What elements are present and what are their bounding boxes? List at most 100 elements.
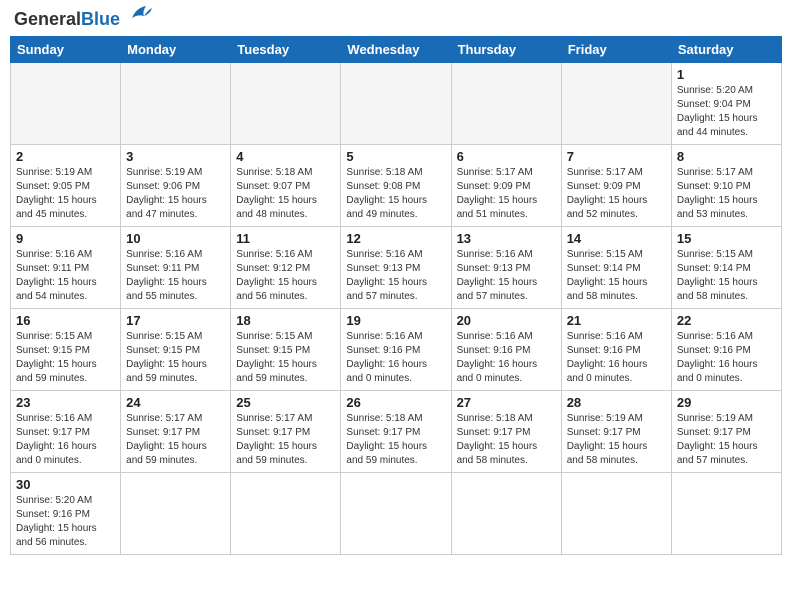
day-number: 21 [567,313,666,328]
weekday-header-saturday: Saturday [671,37,781,63]
day-info: Sunrise: 5:16 AM Sunset: 9:11 PM Dayligh… [16,248,115,304]
day-number: 26 [346,395,445,410]
day-info: Sunrise: 5:16 AM Sunset: 9:16 PM Dayligh… [457,330,556,386]
logo-text: GeneralBlue [14,10,120,28]
day-number: 29 [677,395,776,410]
weekday-header-sunday: Sunday [11,37,121,63]
day-info: Sunrise: 5:15 AM Sunset: 9:14 PM Dayligh… [677,248,776,304]
day-info: Sunrise: 5:17 AM Sunset: 9:09 PM Dayligh… [457,166,556,222]
calendar-cell: 10 Sunrise: 5:16 AM Sunset: 9:11 PM Dayli… [121,227,231,309]
day-number: 10 [126,231,225,246]
calendar-row-5: 30 Sunrise: 5:20 AM Sunset: 9:16 PM Dayli… [11,473,782,555]
day-number: 12 [346,231,445,246]
calendar-cell: 22Sunrise: 5:16 AM Sunset: 9:16 PM Dayli… [671,309,781,391]
day-info: Sunrise: 5:19 AM Sunset: 9:06 PM Dayligh… [126,166,225,222]
calendar-cell [231,473,341,555]
day-info: Sunrise: 5:17 AM Sunset: 9:09 PM Dayligh… [567,166,666,222]
day-info: Sunrise: 5:18 AM Sunset: 9:17 PM Dayligh… [346,412,445,468]
calendar-cell [341,473,451,555]
day-info: Sunrise: 5:19 AM Sunset: 9:05 PM Dayligh… [16,166,115,222]
day-info: Sunrise: 5:16 AM Sunset: 9:17 PM Dayligh… [16,412,115,468]
calendar-cell: 14Sunrise: 5:15 AM Sunset: 9:14 PM Dayli… [561,227,671,309]
day-info: Sunrise: 5:18 AM Sunset: 9:17 PM Dayligh… [457,412,556,468]
day-number: 27 [457,395,556,410]
calendar-cell [561,473,671,555]
day-info: Sunrise: 5:16 AM Sunset: 9:13 PM Dayligh… [457,248,556,304]
calendar-row-3: 16 Sunrise: 5:15 AM Sunset: 9:15 PM Dayli… [11,309,782,391]
weekday-header-monday: Monday [121,37,231,63]
weekday-header-tuesday: Tuesday [231,37,341,63]
day-number: 24 [126,395,225,410]
day-info: Sunrise: 5:17 AM Sunset: 9:10 PM Dayligh… [677,166,776,222]
weekday-header-row: SundayMondayTuesdayWednesdayThursdayFrid… [11,37,782,63]
day-info: Sunrise: 5:17 AM Sunset: 9:17 PM Dayligh… [236,412,335,468]
day-info: Sunrise: 5:15 AM Sunset: 9:15 PM Dayligh… [126,330,225,386]
day-number: 5 [346,149,445,164]
calendar-cell: 19 Sunrise: 5:16 AM Sunset: 9:16 PM Dayli… [341,309,451,391]
day-info: Sunrise: 5:19 AM Sunset: 9:17 PM Dayligh… [677,412,776,468]
day-info: Sunrise: 5:19 AM Sunset: 9:17 PM Dayligh… [567,412,666,468]
calendar-cell [561,63,671,145]
day-info: Sunrise: 5:16 AM Sunset: 9:16 PM Dayligh… [346,330,445,386]
calendar-cell [451,63,561,145]
day-number: 6 [457,149,556,164]
day-number: 19 [346,313,445,328]
day-info: Sunrise: 5:16 AM Sunset: 9:16 PM Dayligh… [677,330,776,386]
day-number: 20 [457,313,556,328]
calendar-cell: 18 Sunrise: 5:15 AM Sunset: 9:15 PM Dayli… [231,309,341,391]
day-number: 14 [567,231,666,246]
day-info: Sunrise: 5:16 AM Sunset: 9:11 PM Dayligh… [126,248,225,304]
calendar-cell [121,473,231,555]
calendar-cell: 27 Sunrise: 5:18 AM Sunset: 9:17 PM Dayli… [451,391,561,473]
logo: GeneralBlue [14,10,154,28]
day-info: Sunrise: 5:16 AM Sunset: 9:13 PM Dayligh… [346,248,445,304]
calendar-table: SundayMondayTuesdayWednesdayThursdayFrid… [10,36,782,555]
calendar-cell: 7 Sunrise: 5:17 AM Sunset: 9:09 PM Daylig… [561,145,671,227]
day-number: 13 [457,231,556,246]
day-number: 7 [567,149,666,164]
day-number: 3 [126,149,225,164]
calendar-cell [341,63,451,145]
calendar-cell: 13 Sunrise: 5:16 AM Sunset: 9:13 PM Dayli… [451,227,561,309]
day-number: 4 [236,149,335,164]
calendar-cell: 9 Sunrise: 5:16 AM Sunset: 9:11 PM Daylig… [11,227,121,309]
day-info: Sunrise: 5:15 AM Sunset: 9:15 PM Dayligh… [236,330,335,386]
day-number: 17 [126,313,225,328]
calendar-cell: 2 Sunrise: 5:19 AM Sunset: 9:05 PM Daylig… [11,145,121,227]
calendar-cell: 24 Sunrise: 5:17 AM Sunset: 9:17 PM Dayli… [121,391,231,473]
day-info: Sunrise: 5:18 AM Sunset: 9:07 PM Dayligh… [236,166,335,222]
day-number: 16 [16,313,115,328]
calendar-cell: 17 Sunrise: 5:15 AM Sunset: 9:15 PM Dayli… [121,309,231,391]
calendar-row-0: 1Sunrise: 5:20 AM Sunset: 9:04 PM Daylig… [11,63,782,145]
day-number: 23 [16,395,115,410]
calendar-cell: 16Sunrise: 5:15 AM Sunset: 9:15 PM Dayli… [11,309,121,391]
weekday-header-wednesday: Wednesday [341,37,451,63]
calendar-cell: 1Sunrise: 5:20 AM Sunset: 9:04 PM Daylig… [671,63,781,145]
day-number: 28 [567,395,666,410]
calendar-cell: 20 Sunrise: 5:16 AM Sunset: 9:16 PM Dayli… [451,309,561,391]
day-number: 30 [16,477,115,492]
calendar-cell: 6 Sunrise: 5:17 AM Sunset: 9:09 PM Daylig… [451,145,561,227]
day-number: 25 [236,395,335,410]
calendar-cell [451,473,561,555]
day-number: 11 [236,231,335,246]
day-info: Sunrise: 5:20 AM Sunset: 9:16 PM Dayligh… [16,494,115,550]
day-info: Sunrise: 5:20 AM Sunset: 9:04 PM Dayligh… [677,84,776,140]
weekday-header-friday: Friday [561,37,671,63]
calendar-cell: 25 Sunrise: 5:17 AM Sunset: 9:17 PM Dayli… [231,391,341,473]
day-number: 8 [677,149,776,164]
calendar-cell: 5 Sunrise: 5:18 AM Sunset: 9:08 PM Daylig… [341,145,451,227]
day-number: 9 [16,231,115,246]
calendar-cell [11,63,121,145]
calendar-cell: 4 Sunrise: 5:18 AM Sunset: 9:07 PM Daylig… [231,145,341,227]
day-info: Sunrise: 5:17 AM Sunset: 9:17 PM Dayligh… [126,412,225,468]
day-info: Sunrise: 5:16 AM Sunset: 9:16 PM Dayligh… [567,330,666,386]
day-info: Sunrise: 5:18 AM Sunset: 9:08 PM Dayligh… [346,166,445,222]
day-number: 15 [677,231,776,246]
day-number: 18 [236,313,335,328]
day-number: 2 [16,149,115,164]
logo-bird-icon [124,4,154,26]
calendar-row-2: 9 Sunrise: 5:16 AM Sunset: 9:11 PM Daylig… [11,227,782,309]
calendar-cell: 30 Sunrise: 5:20 AM Sunset: 9:16 PM Dayli… [11,473,121,555]
calendar-cell: 11Sunrise: 5:16 AM Sunset: 9:12 PM Dayli… [231,227,341,309]
